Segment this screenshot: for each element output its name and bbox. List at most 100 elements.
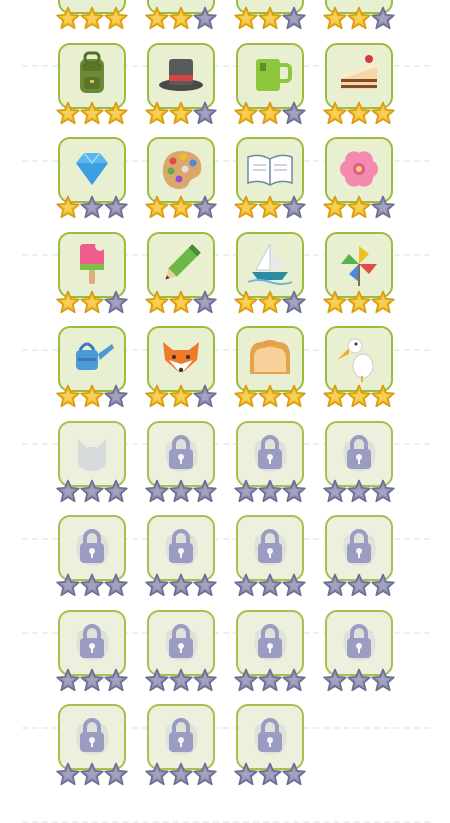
level-card[interactable] [323, 421, 395, 505]
star-rating [145, 479, 217, 505]
level-card[interactable] [56, 515, 128, 599]
level-tile[interactable] [58, 137, 126, 203]
level-card[interactable] [323, 0, 395, 32]
star-rating [56, 479, 128, 505]
level-card[interactable] [56, 610, 128, 694]
level-tile[interactable] [325, 137, 393, 203]
star-rating [56, 668, 128, 694]
level-tile[interactable] [236, 704, 304, 770]
level-card[interactable] [234, 232, 306, 316]
level-tile[interactable] [58, 326, 126, 392]
level-tile[interactable] [147, 326, 215, 392]
star-rating [234, 6, 306, 32]
level-tile[interactable] [147, 610, 215, 676]
level-tile[interactable] [236, 232, 304, 298]
level-tile[interactable] [236, 326, 304, 392]
level-tile[interactable] [147, 43, 215, 109]
level-card[interactable] [323, 326, 395, 410]
star-rating [56, 573, 128, 599]
star-rating [323, 195, 395, 221]
level-tile[interactable] [236, 515, 304, 581]
star-rating [323, 6, 395, 32]
level-card[interactable] [323, 137, 395, 221]
level-card[interactable] [56, 421, 128, 505]
star-rating [234, 195, 306, 221]
star-rating [56, 290, 128, 316]
level-card[interactable] [56, 232, 128, 316]
level-tile[interactable] [325, 421, 393, 487]
level-card[interactable] [145, 232, 217, 316]
level-tile[interactable] [58, 610, 126, 676]
level-card[interactable] [145, 326, 217, 410]
star-rating [145, 101, 217, 127]
star-rating [145, 762, 217, 788]
level-tile[interactable] [147, 421, 215, 487]
level-tile[interactable] [325, 515, 393, 581]
level-card[interactable] [234, 704, 306, 788]
level-card[interactable] [56, 43, 128, 127]
level-tile[interactable] [236, 421, 304, 487]
star-rating [56, 195, 128, 221]
star-rating [56, 762, 128, 788]
level-tile[interactable] [58, 43, 126, 109]
level-card[interactable] [56, 704, 128, 788]
star-rating [145, 6, 217, 32]
level-tile[interactable] [236, 43, 304, 109]
star-rating [145, 384, 217, 410]
level-tile[interactable] [147, 704, 215, 770]
level-tile[interactable] [325, 232, 393, 298]
level-card[interactable] [56, 326, 128, 410]
star-rating [145, 195, 217, 221]
level-tile[interactable] [325, 43, 393, 109]
level-tile[interactable] [325, 326, 393, 392]
level-card[interactable] [323, 232, 395, 316]
star-rating [145, 573, 217, 599]
star-rating [56, 6, 128, 32]
level-card[interactable] [323, 610, 395, 694]
star-rating [234, 384, 306, 410]
star-rating [234, 101, 306, 127]
star-rating [56, 384, 128, 410]
level-card[interactable] [234, 137, 306, 221]
star-rating [234, 762, 306, 788]
star-rating [145, 668, 217, 694]
level-tile[interactable] [325, 610, 393, 676]
level-tile[interactable] [58, 515, 126, 581]
star-rating [323, 384, 395, 410]
level-card[interactable] [145, 0, 217, 32]
level-tile[interactable] [236, 137, 304, 203]
level-tile[interactable] [236, 610, 304, 676]
level-card[interactable] [145, 515, 217, 599]
level-card[interactable] [145, 610, 217, 694]
star-rating [323, 290, 395, 316]
level-card[interactable] [56, 137, 128, 221]
level-tile[interactable] [147, 232, 215, 298]
level-tile[interactable] [58, 421, 126, 487]
level-tile[interactable] [58, 704, 126, 770]
star-rating [234, 573, 306, 599]
level-card[interactable] [234, 0, 306, 32]
star-rating [323, 101, 395, 127]
star-rating [323, 668, 395, 694]
level-tile[interactable] [147, 515, 215, 581]
level-card[interactable] [145, 137, 217, 221]
star-rating [234, 668, 306, 694]
star-rating [323, 573, 395, 599]
level-card[interactable] [234, 515, 306, 599]
level-card[interactable] [323, 515, 395, 599]
star-rating [323, 479, 395, 505]
star-rating [234, 290, 306, 316]
level-card[interactable] [234, 421, 306, 505]
star-rating [234, 479, 306, 505]
level-card[interactable] [323, 43, 395, 127]
level-tile[interactable] [147, 137, 215, 203]
level-card[interactable] [56, 0, 128, 32]
star-rating [145, 290, 217, 316]
level-card[interactable] [234, 326, 306, 410]
level-card[interactable] [145, 43, 217, 127]
level-card[interactable] [145, 421, 217, 505]
level-tile[interactable] [58, 232, 126, 298]
level-card[interactable] [234, 610, 306, 694]
level-card[interactable] [145, 704, 217, 788]
level-card[interactable] [234, 43, 306, 127]
